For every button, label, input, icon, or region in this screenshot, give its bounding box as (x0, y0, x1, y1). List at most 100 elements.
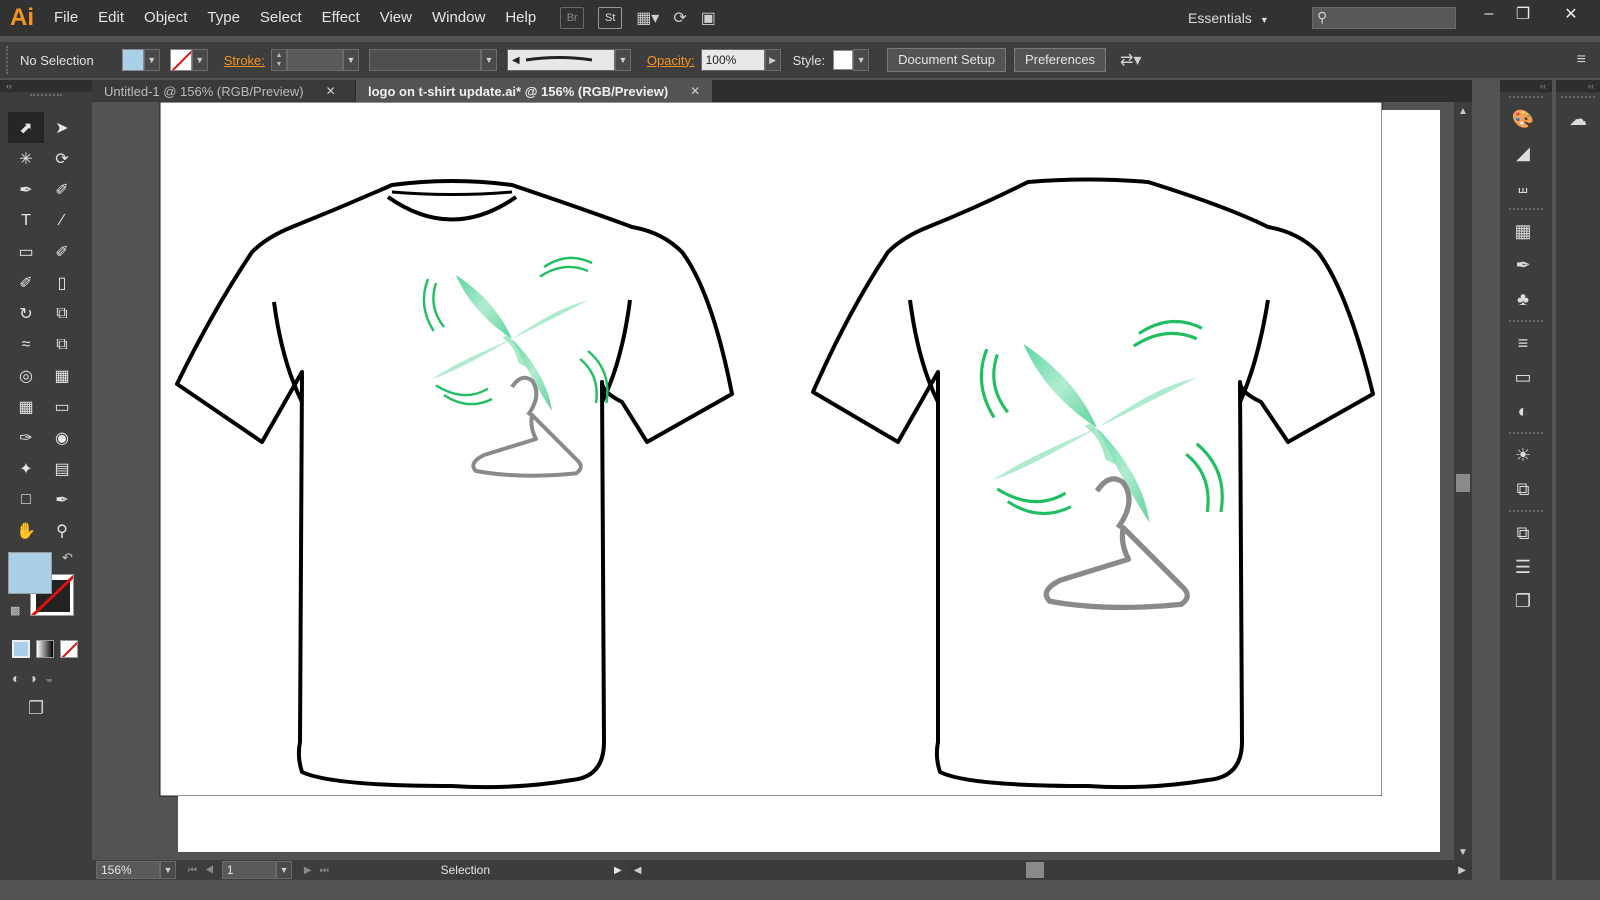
profile-dropdown-icon[interactable]: ▼ (480, 49, 497, 71)
workspace-switcher[interactable]: Essentials ▼ (1188, 0, 1269, 36)
control-bar-grip[interactable] (6, 46, 14, 74)
variable-width-profile[interactable] (368, 49, 481, 71)
appearance-icon[interactable]: ☀ (1500, 438, 1546, 472)
canvas[interactable] (92, 102, 1456, 860)
artboard-number-field[interactable]: 1 (221, 861, 276, 879)
gradient-tool[interactable]: ▭ (44, 391, 80, 422)
gradient-panel-icon[interactable]: ◢ (1500, 136, 1546, 170)
style-dropdown-icon[interactable]: ▼ (853, 49, 870, 71)
minimize-button[interactable]: – (1472, 0, 1506, 28)
graphic-style-swatch[interactable] (833, 50, 854, 70)
hand-tool[interactable]: ✋ (8, 515, 44, 546)
close-button[interactable]: ✕ (1554, 0, 1588, 28)
gpu-performance-icon[interactable]: ⟳ (673, 8, 686, 28)
stroke-label[interactable]: Stroke: (224, 53, 265, 68)
color-guide-icon[interactable]: 🎨 (1500, 102, 1546, 136)
eyedropper-tool[interactable]: ✑ (8, 422, 44, 453)
close-tab-icon[interactable]: ✕ (326, 84, 336, 98)
stroke-weight-spinner[interactable]: ▲ ▼ (270, 49, 287, 71)
menu-help[interactable]: Help (495, 0, 546, 36)
tab-logo-on-tshirt[interactable]: logo on t-shirt update.ai* @ 156% (RGB/P… (356, 80, 714, 102)
menu-select[interactable]: Select (250, 0, 312, 36)
scroll-left-icon[interactable]: ◀ (634, 865, 642, 876)
gradient-icon[interactable]: ▭ (1500, 360, 1546, 394)
stroke-dropdown-icon[interactable]: ▼ (191, 49, 208, 71)
draw-normal-icon[interactable]: ◐ (12, 670, 20, 686)
rotate-tool[interactable]: ↻ (8, 298, 44, 329)
arrange-icon[interactable]: ⇄▾ (1120, 50, 1141, 70)
artboards-icon[interactable]: ❐ (1500, 584, 1546, 618)
draw-behind-icon[interactable]: ◑ (28, 670, 36, 686)
menu-object[interactable]: Object (134, 0, 197, 36)
collapse-toolbar-icon[interactable]: ‹‹ (0, 80, 92, 92)
none-mode-icon[interactable] (60, 640, 78, 658)
layers-icon[interactable]: ☰ (1500, 550, 1546, 584)
arrange-documents-icon[interactable]: ▦▾ (636, 8, 659, 28)
rectangle-tool[interactable]: ▭ (8, 236, 44, 267)
toolbar-grip[interactable] (30, 94, 62, 102)
stroke-panel-icon[interactable]: ≡ (1500, 326, 1546, 360)
links-icon[interactable]: ⧢ (1500, 170, 1546, 204)
magic-wand-tool[interactable]: ✳ (8, 143, 44, 174)
menu-effect[interactable]: Effect (312, 0, 370, 36)
line-segment-tool[interactable]: ∕ (44, 205, 80, 236)
artboard-nav-next-icons[interactable]: ▶⏭ (304, 865, 337, 876)
selection-tool[interactable]: ⬈ (8, 112, 44, 143)
preferences-button[interactable]: Preferences (1013, 48, 1107, 72)
export-icon[interactable]: ⧉ (1500, 516, 1546, 550)
fill-color-box[interactable] (8, 552, 52, 594)
stroke-weight-dropdown-icon[interactable]: ▼ (342, 49, 359, 71)
fill-dropdown-icon[interactable]: ▼ (143, 49, 160, 71)
status-menu-icon[interactable]: ▶ (614, 865, 622, 876)
tab-untitled-1[interactable]: Untitled-1 @ 156% (RGB/Preview) ✕ (92, 80, 356, 102)
bridge-icon[interactable]: Br (560, 7, 585, 29)
swatches-icon[interactable]: ▦ (1500, 214, 1546, 248)
collapse-libraries-icon[interactable]: ‹‹ (1556, 80, 1600, 92)
gradient-mode-icon[interactable] (36, 640, 54, 658)
stroke-swatch[interactable] (169, 49, 192, 71)
menu-type[interactable]: Type (197, 0, 250, 36)
creative-cloud-libraries-icon[interactable]: ☁ (1556, 102, 1600, 136)
stroke-weight-field[interactable] (286, 49, 343, 71)
panel-menu-icon[interactable]: ≡ (1577, 51, 1586, 69)
collapse-dock-icon[interactable]: ‹‹ (1500, 80, 1552, 92)
brush-dropdown-icon[interactable]: ▼ (614, 49, 631, 71)
blend-tool[interactable]: ◉ (44, 422, 80, 453)
draw-inside-icon[interactable]: ◒ (45, 670, 53, 686)
scale-tool[interactable]: ⧉ (44, 298, 80, 329)
color-mode-icon[interactable] (12, 640, 30, 658)
pen-tool[interactable]: ✒ (8, 174, 44, 205)
swap-fill-stroke-icon[interactable]: ↶ (62, 550, 73, 566)
perspective-grid-tool[interactable]: ▦ (44, 360, 80, 391)
search-input[interactable] (1313, 8, 1455, 28)
horizontal-scroll-thumb[interactable] (1025, 862, 1044, 878)
fill-swatch[interactable] (121, 49, 144, 71)
zoom-field[interactable]: 156% (96, 861, 160, 879)
eraser-tool[interactable]: ▯ (44, 267, 80, 298)
brush-definition[interactable]: ◀ (506, 49, 615, 71)
transparency-icon[interactable]: ◐ (1500, 394, 1546, 428)
vertical-scrollbar[interactable]: ▲ ▼ (1454, 102, 1472, 860)
shape-builder-tool[interactable]: ◎ (8, 360, 44, 391)
graphic-styles-icon[interactable]: ⧉ (1500, 472, 1546, 506)
menu-window[interactable]: Window (422, 0, 495, 36)
opacity-arrow-icon[interactable]: ▶ (764, 49, 781, 71)
free-transform-tool[interactable]: ⧉ (44, 329, 80, 360)
lasso-tool[interactable]: ⟳ (44, 143, 80, 174)
direct-selection-tool[interactable]: ➤ (44, 112, 80, 143)
vertical-scroll-thumb[interactable] (1456, 474, 1470, 492)
zoom-dropdown-icon[interactable]: ▼ (160, 861, 176, 879)
artboard-nav-prev-icons[interactable]: ⏮◀ (188, 865, 222, 876)
symbol-sprayer-tool[interactable]: ✦ (8, 453, 44, 484)
menu-view[interactable]: View (370, 0, 422, 36)
opacity-field[interactable]: 100% (700, 49, 765, 71)
restore-button[interactable]: ❐ (1506, 0, 1540, 28)
document-setup-button[interactable]: Document Setup (887, 48, 1006, 72)
type-tool[interactable]: T (8, 205, 44, 236)
opacity-label[interactable]: Opacity: (647, 53, 695, 68)
gpu-preview-icon[interactable]: ▣ (701, 8, 716, 28)
menu-edit[interactable]: Edit (88, 0, 134, 36)
width-tool[interactable]: ≈ (8, 329, 44, 360)
horizontal-scrollbar[interactable]: ◀ ▶ (627, 861, 1472, 879)
artboard-tool[interactable]: □ (8, 484, 44, 515)
